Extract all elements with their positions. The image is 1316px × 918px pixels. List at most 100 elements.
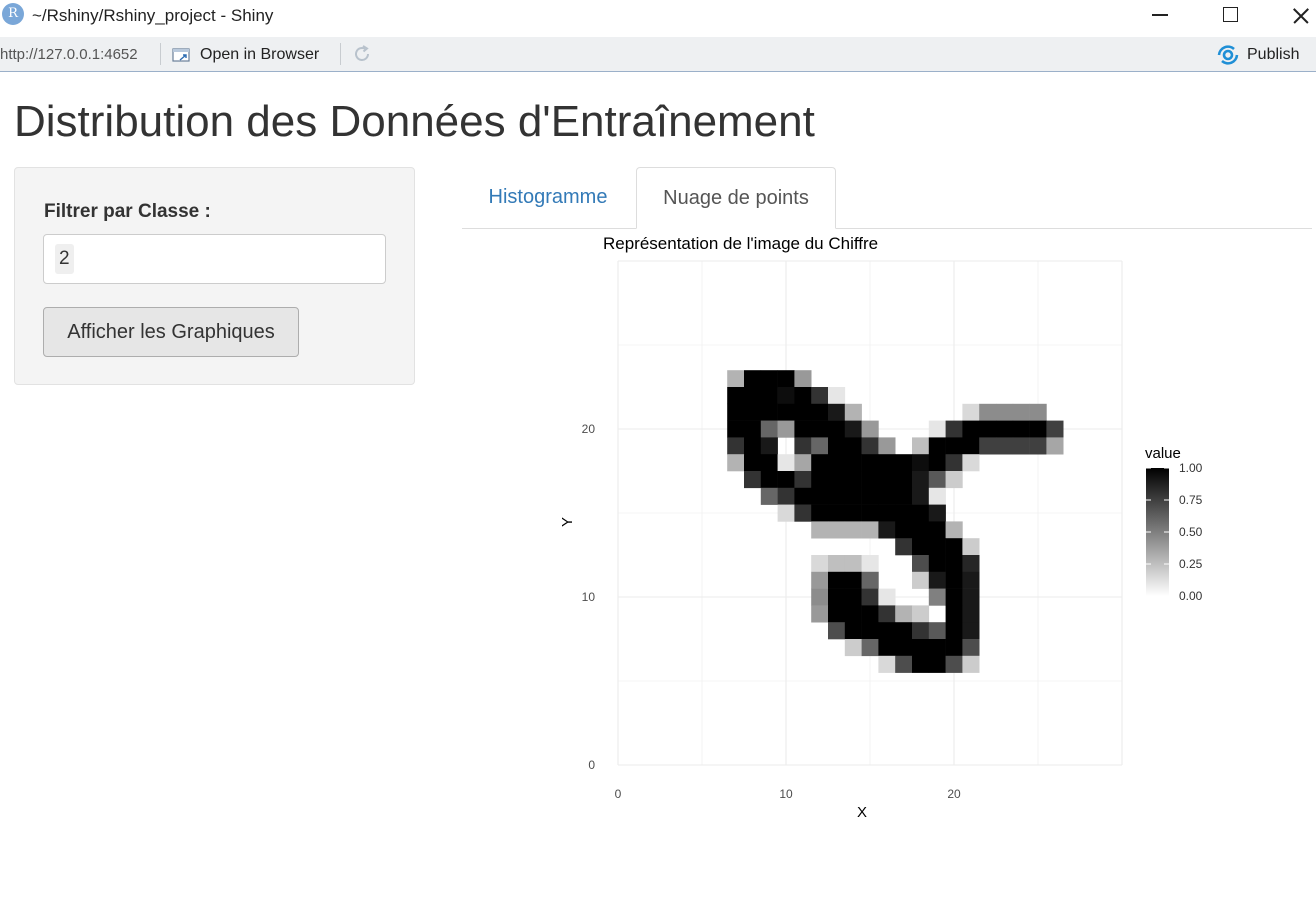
publish-label: Publish — [1247, 46, 1300, 63]
heatmap-cell — [760, 437, 778, 455]
heatmap-cell — [811, 571, 829, 589]
toolbar-separator — [160, 43, 161, 65]
heatmap-cell — [861, 420, 879, 438]
heatmap-cell — [878, 605, 896, 623]
publish-icon — [1217, 45, 1239, 65]
heatmap-cell — [996, 437, 1014, 455]
heatmap-cell — [811, 487, 829, 505]
heatmap-cell — [912, 454, 930, 472]
heatmap-cell — [777, 370, 795, 388]
open-in-browser-button[interactable]: Open in Browser — [172, 44, 319, 66]
heatmap-cell — [1012, 403, 1030, 421]
heatmap-cell — [928, 538, 946, 556]
heatmap-cell — [945, 420, 963, 438]
heatmap-cell — [912, 538, 930, 556]
show-charts-button[interactable]: Afficher les Graphiques — [43, 307, 299, 357]
heatmap-cell — [760, 420, 778, 438]
heatmap-cell — [811, 454, 829, 472]
heatmap-cell — [811, 437, 829, 455]
heatmap-cell — [878, 655, 896, 673]
refresh-icon[interactable] — [351, 43, 373, 65]
r-app-icon: R — [2, 3, 24, 25]
x-tick-label: 10 — [779, 787, 793, 801]
tab-histogramme[interactable]: Histogramme — [464, 167, 632, 228]
heatmap-cell — [861, 605, 879, 623]
heatmap-cell — [962, 639, 980, 657]
heatmap-cell — [794, 403, 812, 421]
url-address[interactable]: http://127.0.0.1:4652 — [0, 46, 138, 63]
sidebar-panel: Filtrer par Classe : 2 Afficher les Grap… — [14, 167, 415, 385]
heatmap-cell — [1029, 403, 1047, 421]
heatmap-cell — [928, 454, 946, 472]
heatmap-cell — [962, 655, 980, 673]
class-select-input[interactable]: 2 — [43, 234, 386, 284]
heatmap-cell — [828, 420, 846, 438]
heatmap-cell — [811, 471, 829, 489]
window-title-bar: R ~/Rshiny/Rshiny_project - Shiny — [0, 0, 1316, 34]
heatmap-cell — [777, 420, 795, 438]
heatmap-cell — [861, 588, 879, 606]
heatmap-cell — [895, 605, 913, 623]
heatmap-cell — [828, 605, 846, 623]
y-tick-label: 10 — [582, 590, 596, 604]
close-button[interactable] — [1277, 0, 1316, 32]
heatmap-cell — [1029, 420, 1047, 438]
heatmap-cell — [828, 504, 846, 522]
heatmap-cell — [895, 622, 913, 640]
heatmap-cell — [979, 403, 997, 421]
heatmap-cell — [828, 471, 846, 489]
heatmap-cell — [878, 454, 896, 472]
heatmap-cell — [811, 521, 829, 539]
heatmap-cell — [794, 437, 812, 455]
heatmap-cell — [912, 437, 930, 455]
heatmap-cell — [828, 622, 846, 640]
heatmap-cell — [861, 521, 879, 539]
minimize-button[interactable] — [1137, 0, 1183, 32]
heatmap-cell — [861, 622, 879, 640]
heatmap-cell — [878, 639, 896, 657]
heatmap-cell — [844, 504, 862, 522]
heatmap-cell — [727, 370, 745, 388]
heatmap-cell — [844, 639, 862, 657]
publish-button[interactable]: Publish — [1217, 44, 1299, 66]
heatmap-cell — [928, 471, 946, 489]
heatmap-cell — [895, 538, 913, 556]
heatmap-cell — [744, 420, 762, 438]
heatmap-cell — [760, 403, 778, 421]
viewer-toolbar: http://127.0.0.1:4652 Open in Browser Pu… — [0, 37, 1316, 72]
tab-nuage-de-points[interactable]: Nuage de points — [636, 167, 836, 229]
heatmap-cell — [878, 471, 896, 489]
heatmap-cell — [895, 504, 913, 522]
heatmap-cell — [962, 605, 980, 623]
legend-tick-label: 0.75 — [1179, 493, 1203, 507]
heatmap-cell — [777, 487, 795, 505]
heatmap-cell — [962, 437, 980, 455]
heatmap-cell — [794, 487, 812, 505]
toolbar-separator — [340, 43, 341, 65]
heatmap-cell — [844, 622, 862, 640]
heatmap-cell — [928, 655, 946, 673]
heatmap-cell — [794, 471, 812, 489]
heatmap-cell — [912, 555, 930, 573]
heatmap-cell — [794, 504, 812, 522]
heatmap-cell — [912, 487, 930, 505]
heatmap-cell — [777, 504, 795, 522]
heatmap-cell — [878, 487, 896, 505]
heatmap-cell — [727, 387, 745, 405]
heatmap-cell — [861, 454, 879, 472]
y-axis-label: Y — [559, 517, 576, 527]
selected-class-chip[interactable]: 2 — [55, 244, 74, 274]
heatmap-cell — [878, 521, 896, 539]
maximize-button[interactable] — [1207, 0, 1253, 32]
heatmap-cell — [979, 420, 997, 438]
heatmap-cell — [744, 471, 762, 489]
heatmap-cell — [895, 639, 913, 657]
window-title: ~/Rshiny/Rshiny_project - Shiny — [32, 6, 274, 25]
heatmap-cell — [912, 521, 930, 539]
heatmap-cell — [945, 454, 963, 472]
heatmap-cell — [844, 521, 862, 539]
heatmap-cell — [928, 420, 946, 438]
heatmap-cell — [744, 403, 762, 421]
heatmap-cell — [1012, 437, 1030, 455]
heatmap-cell — [844, 571, 862, 589]
